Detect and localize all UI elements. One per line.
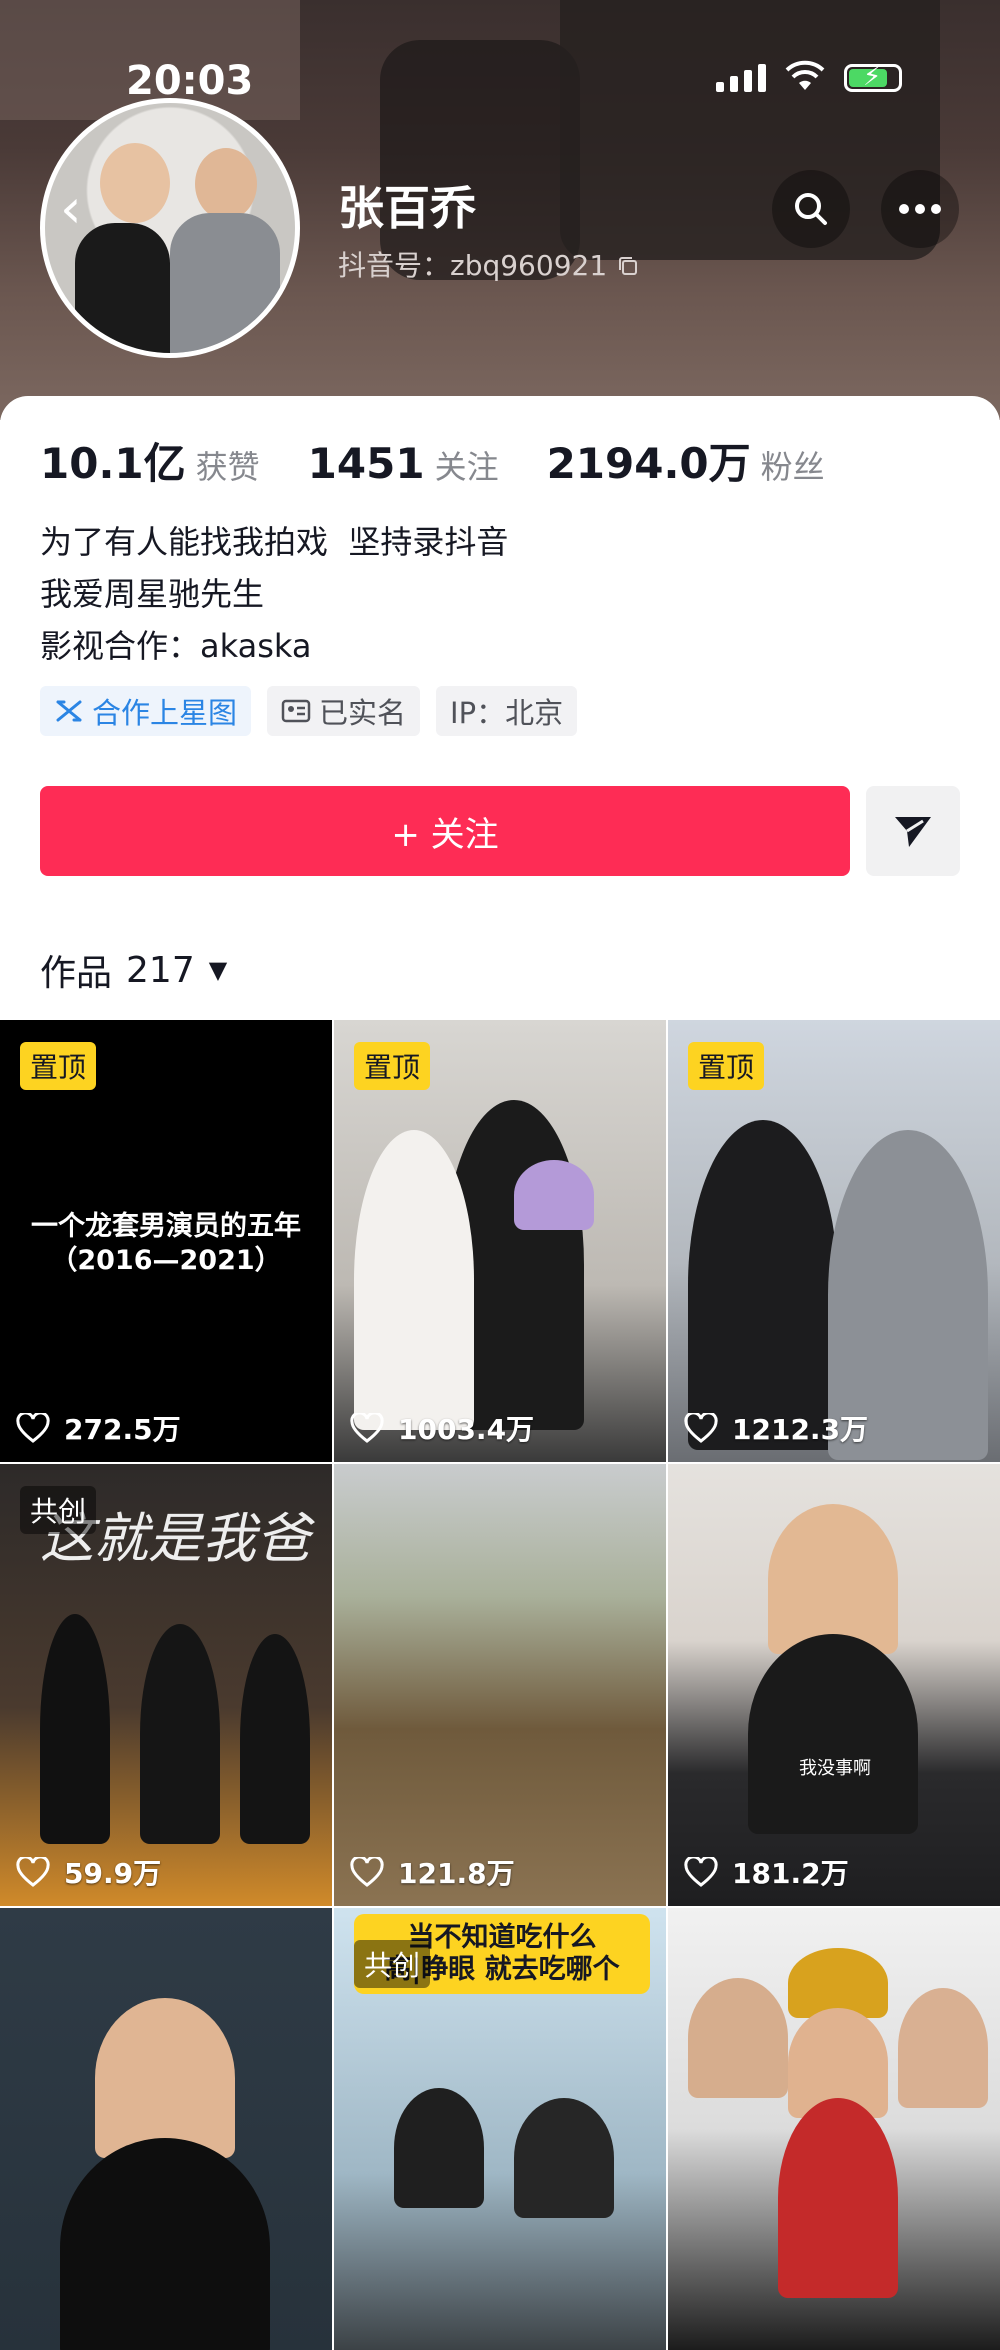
tag-label: IP：北京 [450, 696, 564, 730]
tag-label: 已实名 [319, 696, 407, 730]
likes-count: 121.8万 [398, 1857, 515, 1890]
battery-icon: ⚡ [844, 63, 902, 92]
followers-count[interactable]: 2194.0万 [547, 430, 751, 491]
send-message-button[interactable] [866, 786, 960, 876]
likes-count: 272.5万 [64, 1413, 181, 1446]
profile-name: 张百乔 [338, 181, 476, 235]
tag-label: 合作上星图 [92, 696, 238, 730]
copy-icon[interactable] [616, 249, 640, 282]
wifi-icon [785, 60, 825, 96]
pinned-badge: 置顶 [20, 1042, 97, 1090]
works-tab[interactable]: 作品 217 ▼ [40, 944, 227, 996]
video-likes: 272.5万 [16, 1408, 181, 1448]
profile-bio: 为了有人能找我拍戏 坚持录抖音 我爱周星驰先生 影视合作：akaska [40, 516, 508, 672]
bio-line: 影视合作：akaska [40, 627, 312, 665]
video-title: 一个龙套男演员的五年 （2016—2021） [0, 1210, 332, 1278]
video-tile[interactable]: 121.8万 [334, 1464, 666, 1906]
tag-star-map[interactable]: 合作上星图 [40, 686, 252, 736]
co-creation-badge: 共创 [354, 1940, 431, 1988]
heart-icon [350, 1413, 384, 1443]
star-map-icon [56, 700, 82, 722]
heart-icon [684, 1857, 718, 1887]
follow-label: + 关注 [391, 814, 499, 855]
video-tile[interactable]: 置顶 一个龙套男演员的五年 （2016—2021） 272.5万 [0, 1020, 332, 1462]
co-creation-badge: 共创 [20, 1486, 97, 1534]
tag-verified[interactable]: 已实名 [267, 686, 421, 736]
profile-stats: 10.1亿 获赞 1451 关注 2194.0万 粉丝 [40, 430, 825, 491]
video-tile[interactable]: 置顶 1003.4万 [334, 1020, 666, 1462]
video-likes: 1003.4万 [350, 1408, 534, 1448]
video-subtitle: 我没事啊 [799, 1758, 871, 1779]
following-count[interactable]: 1451 [308, 439, 425, 488]
video-tile[interactable]: 当不知道吃什么 高|睁眼 就去吃哪个 共创 [334, 1908, 666, 2350]
status-time: 20:03 [126, 58, 254, 104]
signal-icon [716, 64, 766, 92]
video-tile[interactable]: 这就是我爸 共创 59.9万 [0, 1464, 332, 1906]
id-card-icon [281, 699, 311, 723]
works-label: 作品 [40, 953, 113, 994]
video-title-line: （2016—2021） [50, 1245, 282, 1276]
bio-line: 我爱周星驰先生 [40, 575, 265, 613]
heart-icon [16, 1413, 50, 1443]
profile-tags: 合作上星图 已实名 IP：北京 [40, 686, 578, 736]
likes-count: 1212.3万 [732, 1413, 869, 1446]
pinned-badge: 置顶 [354, 1042, 431, 1090]
heart-icon [16, 1857, 50, 1887]
followers-label[interactable]: 粉丝 [761, 442, 825, 488]
likes-count: 59.9万 [64, 1857, 162, 1890]
send-icon [895, 817, 931, 847]
likes-label: 获赞 [195, 448, 260, 486]
douyin-id-text: 抖音号：zbq960921 [338, 249, 608, 282]
search-icon [795, 193, 827, 225]
heart-icon [684, 1413, 718, 1443]
video-grid: 置顶 一个龙套男演员的五年 （2016—2021） 272.5万 置顶 1003… [0, 1020, 1000, 2350]
tag-ip-location: IP：北京 [436, 686, 578, 736]
more-button[interactable] [881, 170, 959, 248]
works-count: 217 [126, 949, 195, 991]
more-dots-icon [899, 204, 941, 214]
video-likes: 59.9万 [16, 1852, 161, 1892]
video-likes: 181.2万 [684, 1852, 849, 1892]
video-likes: 1212.3万 [684, 1408, 868, 1448]
douyin-id[interactable]: 抖音号：zbq960921 [338, 244, 640, 284]
video-tile[interactable]: 我没事啊 181.2万 [668, 1464, 1000, 1906]
likes-count: 1003.4万 [398, 1413, 535, 1446]
pinned-badge: 置顶 [688, 1042, 765, 1090]
follow-button[interactable]: + 关注 [40, 786, 850, 876]
video-tile[interactable] [668, 1908, 1000, 2350]
video-likes: 121.8万 [350, 1852, 515, 1892]
video-tile[interactable] [0, 1908, 332, 2350]
search-button[interactable] [772, 170, 850, 248]
dropdown-triangle-icon[interactable]: ▼ [209, 956, 227, 984]
following-label[interactable]: 关注 [435, 442, 499, 488]
video-title-line: 一个龙套男演员的五年 [31, 1211, 301, 1242]
likes-count: 181.2万 [732, 1857, 849, 1890]
bio-line: 为了有人能找我拍戏 坚持录抖音 [40, 523, 509, 561]
back-chevron-icon[interactable]: ‹ [60, 182, 82, 236]
likes-count: 10.1亿 [40, 439, 186, 488]
heart-icon [350, 1857, 384, 1887]
video-tile[interactable]: 置顶 1212.3万 [668, 1020, 1000, 1462]
